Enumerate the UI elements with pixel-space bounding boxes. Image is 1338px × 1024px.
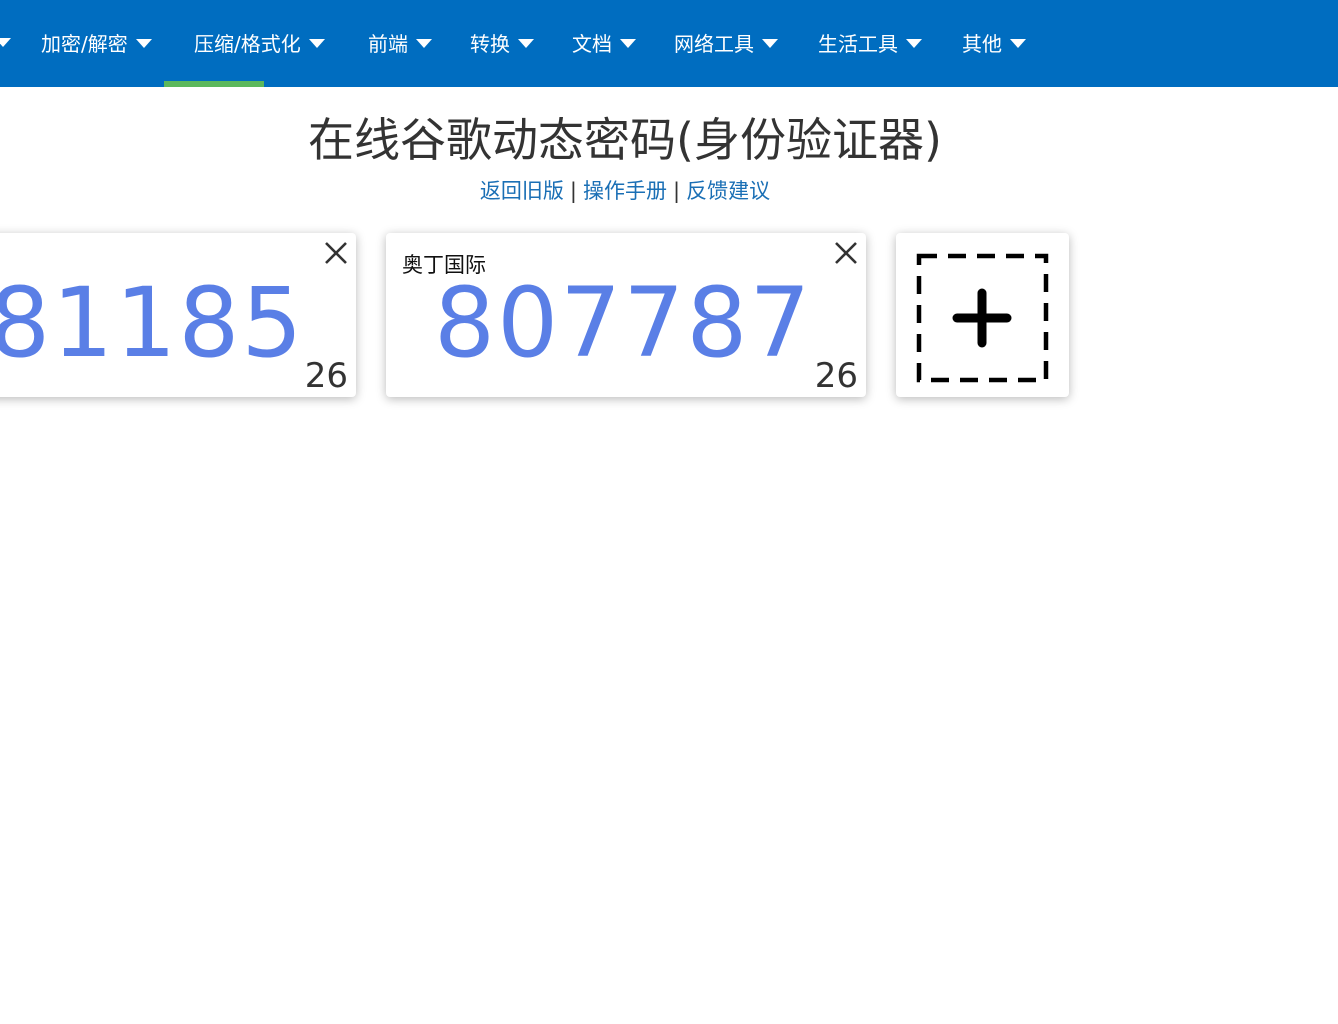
nav-item-frontend[interactable]: 前端 [368,0,432,87]
nav-item-life-tools[interactable]: 生活工具 [818,0,922,87]
add-account-button[interactable] [896,233,1069,397]
nav-item-label: 前端 [368,31,408,56]
sub-links: 返回旧版 | 操作手册 | 反馈建议 [0,175,1250,207]
close-icon[interactable] [832,239,860,267]
nav-active-indicator [164,81,264,87]
chevron-down-icon [762,39,778,48]
nav-item-label: 压缩/格式化 [194,31,301,56]
chevron-down-icon [135,39,152,48]
nav-item-label: 网络工具 [674,31,754,56]
nav-overflow-caret-icon[interactable] [0,38,11,47]
link-separator: | [673,179,681,203]
chevron-down-icon [1010,39,1026,48]
chevron-down-icon [906,39,922,48]
feedback-link[interactable]: 反馈建议 [686,179,770,203]
chevron-down-icon [308,39,325,48]
link-separator: | [569,179,577,203]
chevron-down-icon [518,39,534,48]
nav-item-convert[interactable]: 转换 [470,0,534,87]
close-icon[interactable] [322,239,350,267]
nav-item-label: 文档 [572,31,612,56]
countdown: 26 [814,356,858,396]
manual-link[interactable]: 操作手册 [583,179,667,203]
countdown: 26 [304,356,348,396]
otp-card: 奥丁国际 807787 26 [386,233,866,397]
nav-item-network-tools[interactable]: 网络工具 [674,0,778,87]
nav-item-docs[interactable]: 文档 [572,0,636,87]
top-navbar: 加密/解密 压缩/格式化 前端 转换 文档 网络工具 生活工具 其他 [0,0,1338,87]
chevron-down-icon [620,39,636,48]
nav-item-label: 转换 [470,31,510,56]
add-account-icon [916,253,1049,383]
old-version-link[interactable]: 返回旧版 [480,179,564,203]
page-title: 在线谷歌动态密码(身份验证器) [308,113,942,167]
nav-item-compress-format[interactable]: 压缩/格式化 [194,0,325,87]
nav-item-label: 其他 [962,31,1002,56]
nav-item-other[interactable]: 其他 [962,0,1026,87]
nav-item-label: 生活工具 [818,31,898,56]
nav-item-label: 加密/解密 [41,31,128,56]
otp-code: 881185 [0,267,305,379]
chevron-down-icon [416,39,432,48]
page: 加密/解密 压缩/格式化 前端 转换 文档 网络工具 生活工具 其他 在线谷歌动… [0,0,1338,1024]
nav-item-encrypt[interactable]: 加密/解密 [41,0,152,87]
otp-code: 807787 [434,267,813,379]
otp-card: 881185 26 [0,233,356,397]
